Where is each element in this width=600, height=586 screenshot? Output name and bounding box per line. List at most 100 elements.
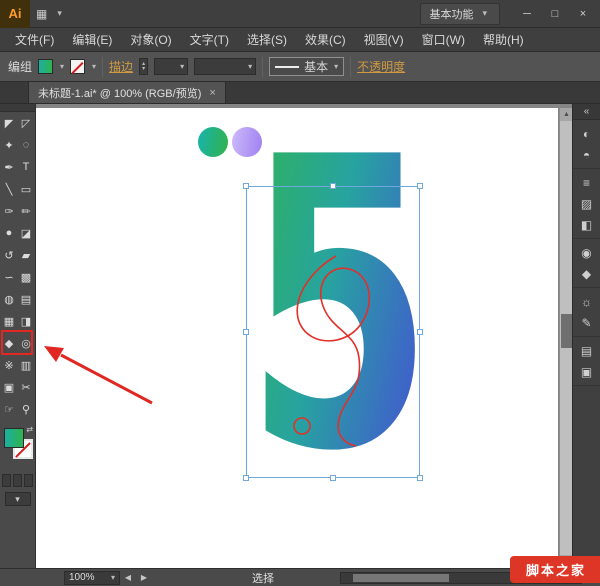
fill-swatch[interactable]	[4, 428, 24, 448]
free-transform-tool[interactable]: ▩	[18, 266, 35, 288]
selection-handle-nw[interactable]	[243, 183, 249, 189]
selection-handle-se[interactable]	[417, 475, 423, 481]
illustrator-window: Ai ▦ ▾ 基本功能 ▾ ─ □ × 文件(F) 编辑(E) 对象(O) 文字…	[0, 0, 600, 586]
stroke-panel-link[interactable]: 描边	[109, 58, 133, 75]
dock-collapse-button[interactable]: «	[573, 104, 600, 120]
draw-normal-button[interactable]	[2, 474, 11, 487]
stroke-caret-icon[interactable]: ▾	[92, 62, 96, 71]
menu-window[interactable]: 窗口(W)	[413, 28, 474, 51]
scroll-up-icon[interactable]: ▲	[560, 108, 572, 121]
brushes-panel-icon[interactable]: ✎	[575, 312, 599, 333]
selection-handle-ne[interactable]	[417, 183, 423, 189]
layout-caret-icon[interactable]: ▾	[53, 8, 66, 19]
color-panel-icon[interactable]: ◐	[575, 123, 599, 144]
pen-tool[interactable]: ✒	[1, 156, 18, 178]
menu-help[interactable]: 帮助(H)	[474, 28, 533, 51]
menu-select[interactable]: 选择(S)	[238, 28, 296, 51]
prev-artboard-icon[interactable]: ◀	[120, 571, 136, 585]
panel-dock: « ◐ ◓ ≡ ▨ ◧ ◉ ◆ ☼ ✎ ▤ ▣	[572, 104, 600, 568]
next-artboard-icon[interactable]: ▶	[136, 571, 152, 585]
brush-definition-dropdown[interactable]: 基本 ▾	[269, 57, 344, 76]
workspace-switcher[interactable]: 基本功能 ▾	[420, 3, 500, 25]
brush-definition-value: 基本	[304, 58, 328, 75]
rotate-tool[interactable]: ↺	[1, 244, 18, 266]
stroke-panel-icon[interactable]: ≡	[575, 172, 599, 193]
eraser-tool[interactable]: ◪	[18, 222, 35, 244]
toolbar-grip[interactable]	[0, 104, 35, 112]
selection-tool[interactable]: ◤	[1, 112, 18, 134]
gradient-circle-teal[interactable]	[198, 127, 228, 157]
color-guide-panel-icon[interactable]: ◓	[575, 144, 599, 165]
dock-group: ☼ ✎	[573, 288, 600, 337]
rectangle-tool[interactable]: ▭	[18, 178, 35, 200]
restore-button[interactable]: □	[542, 4, 568, 24]
shape-builder-tool[interactable]: ◍	[1, 288, 18, 310]
stroke-color-swatch[interactable]	[70, 59, 85, 74]
selection-handle-e[interactable]	[417, 329, 423, 335]
symbols-panel-icon[interactable]: ☼	[575, 291, 599, 312]
width-tool[interactable]: ∽	[1, 266, 18, 288]
magic-wand-tool[interactable]: ✦	[1, 134, 18, 156]
close-button[interactable]: ×	[570, 4, 596, 24]
line-segment-tool[interactable]: ╲	[1, 178, 18, 200]
menu-type[interactable]: 文字(T)	[181, 28, 238, 51]
menu-view[interactable]: 视图(V)	[355, 28, 413, 51]
vertical-scroll-thumb[interactable]	[561, 314, 572, 348]
gradient-tool[interactable]: ◨	[18, 310, 35, 332]
perspective-grid-tool[interactable]: ▤	[18, 288, 35, 310]
stroke-weight-stepper[interactable]: ▴ ▾	[142, 62, 145, 72]
fill-stroke-indicator: ⇄	[0, 424, 35, 470]
stepper-down-icon[interactable]: ▾	[142, 67, 145, 72]
direct-selection-tool[interactable]: ◸	[18, 112, 35, 134]
stroke-weight-field[interactable]: ▴ ▾	[139, 58, 148, 75]
main-area: ◤ ◸ ✦ ◌ ✒ T ╲ ▭ ✑ ✏ ● ◪ ↺ ▰ ∽ ▩ ◍ ▤ ▦ ◨	[0, 104, 600, 568]
menu-file[interactable]: 文件(F)	[6, 28, 63, 51]
fill-color-swatch[interactable]	[38, 59, 53, 74]
symbol-sprayer-tool[interactable]: ※	[1, 354, 18, 376]
screen-mode-button[interactable]: ▾	[5, 492, 31, 506]
lasso-tool[interactable]: ◌	[18, 134, 35, 156]
graphic-styles-panel-icon[interactable]: ◆	[575, 263, 599, 284]
draw-behind-button[interactable]	[13, 474, 22, 487]
selection-handle-s[interactable]	[330, 475, 336, 481]
vertical-scrollbar[interactable]: ▲ ▼	[559, 108, 572, 568]
paintbrush-tool[interactable]: ✑	[1, 200, 18, 222]
variable-width-dropdown[interactable]: ▾	[194, 58, 256, 75]
swap-fill-stroke-icon[interactable]: ⇄	[26, 425, 33, 434]
menu-edit[interactable]: 编辑(E)	[63, 28, 121, 51]
transparency-panel-icon[interactable]: ◧	[575, 214, 599, 235]
layout-icon[interactable]: ▦	[30, 7, 53, 21]
zoom-tool[interactable]: ⚲	[18, 398, 35, 420]
artboards-panel-icon[interactable]: ▣	[575, 361, 599, 382]
selection-handle-sw[interactable]	[243, 475, 249, 481]
column-graph-tool[interactable]: ▥	[18, 354, 35, 376]
document-tab[interactable]: 未标题-1.ai* @ 100% (RGB/预览) ×	[28, 81, 226, 103]
menu-object[interactable]: 对象(O)	[121, 28, 180, 51]
tab-close-icon[interactable]: ×	[209, 87, 215, 99]
control-bar: 编组 ▾ ▾ 描边 ▴ ▾ ▾ ▾ 基本 ▾ 不透明度	[0, 52, 600, 82]
layers-panel-icon[interactable]: ▤	[575, 340, 599, 361]
gradient-panel-icon[interactable]: ▨	[575, 193, 599, 214]
artboard-tool[interactable]: ▣	[1, 376, 18, 398]
mesh-tool[interactable]: ▦	[1, 310, 18, 332]
selection-handle-w[interactable]	[243, 329, 249, 335]
dock-group: ▤ ▣	[573, 337, 600, 386]
fill-caret-icon[interactable]: ▾	[60, 62, 64, 71]
width-profile-dropdown[interactable]: ▾	[154, 58, 188, 75]
appearance-panel-icon[interactable]: ◉	[575, 242, 599, 263]
selection-handle-n[interactable]	[330, 183, 336, 189]
draw-inside-button[interactable]	[24, 474, 33, 487]
zoom-level-dropdown[interactable]: 100% ▾	[64, 571, 120, 585]
horizontal-scroll-thumb[interactable]	[353, 574, 449, 582]
chevron-down-icon: ▾	[478, 8, 491, 19]
slice-tool[interactable]: ✂	[18, 376, 35, 398]
hand-tool[interactable]: ☞	[1, 398, 18, 420]
blob-brush-tool[interactable]: ●	[1, 222, 18, 244]
type-tool[interactable]: T	[18, 156, 35, 178]
pencil-tool[interactable]: ✏	[18, 200, 35, 222]
watermark-badge: 脚本之家	[510, 556, 600, 583]
scale-tool[interactable]: ▰	[18, 244, 35, 266]
menu-effect[interactable]: 效果(C)	[296, 28, 355, 51]
opacity-link[interactable]: 不透明度	[357, 58, 405, 75]
minimize-button[interactable]: ─	[514, 4, 540, 24]
